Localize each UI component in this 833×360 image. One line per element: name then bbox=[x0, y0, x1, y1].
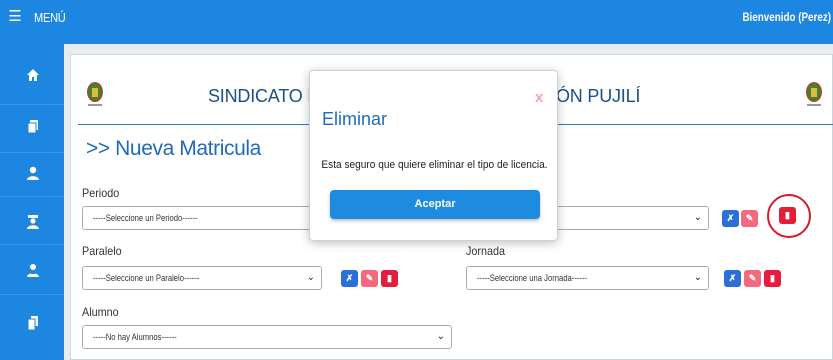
periodo-select[interactable]: -----Seleccione un Periodo------ bbox=[82, 206, 322, 230]
paralelo-label: Paralelo bbox=[82, 244, 122, 258]
periodo-edit-button[interactable]: ✎ bbox=[741, 210, 758, 227]
logo-right-icon bbox=[804, 80, 824, 108]
chevron-down-icon: ⌄ bbox=[436, 331, 445, 342]
modal-title: Eliminar bbox=[322, 109, 388, 129]
page-title: >> Nueva Matricula bbox=[86, 137, 261, 160]
sidebar-divider bbox=[0, 104, 64, 105]
jornada-edit-button[interactable]: ✎ bbox=[744, 270, 761, 287]
tools-icon: ✗ bbox=[726, 213, 735, 223]
alumno-select-value: -----No hay Alumnos------ bbox=[93, 332, 177, 342]
jornada-delete-button[interactable]: ▮ bbox=[764, 270, 781, 287]
paralelo-select-value: -----Seleccione un Paralelo------ bbox=[93, 273, 200, 283]
trash-icon: ▮ bbox=[770, 273, 775, 283]
jornada-label: Jornada bbox=[466, 244, 506, 258]
periodo-label: Periodo bbox=[82, 186, 120, 200]
edit-icon: ✎ bbox=[745, 213, 754, 223]
sidebar-divider bbox=[0, 294, 64, 295]
jornada-tools-button[interactable]: ✗ bbox=[724, 270, 741, 287]
edit-icon: ✎ bbox=[748, 273, 757, 283]
periodo-tools-button[interactable]: ✗ bbox=[722, 210, 739, 227]
users-icon[interactable] bbox=[22, 261, 44, 283]
chevron-down-icon: ⌄ bbox=[693, 272, 702, 283]
sidebar-pointer bbox=[34, 44, 50, 52]
edit-icon: ✎ bbox=[365, 273, 374, 283]
welcome-user-label[interactable]: Bienvenido (Perez) bbox=[742, 10, 831, 24]
teacher-icon[interactable] bbox=[22, 213, 44, 235]
tools-icon: ✗ bbox=[345, 273, 354, 283]
trash-icon: ▮ bbox=[387, 273, 392, 283]
jornada-select[interactable]: -----Seleccione una Jornada------ ⌄ bbox=[466, 266, 709, 290]
jornada-select-value: -----Seleccione una Jornada------ bbox=[477, 273, 588, 283]
sidebar-divider bbox=[0, 244, 64, 245]
alumno-label: Alumno bbox=[82, 305, 119, 319]
alumno-select[interactable]: -----No hay Alumnos------ ⌄ bbox=[82, 325, 452, 349]
chevron-down-icon: ⌄ bbox=[306, 272, 315, 283]
periodo-select-right-part[interactable]: ⌄ bbox=[540, 206, 709, 230]
sidebar-divider bbox=[0, 152, 64, 153]
user-icon[interactable] bbox=[22, 164, 44, 186]
hamburger-icon[interactable]: ☰ bbox=[8, 9, 22, 25]
paralelo-select[interactable]: -----Seleccione un Paralelo------ ⌄ bbox=[82, 266, 322, 290]
tools-icon: ✗ bbox=[728, 273, 737, 283]
paralelo-delete-button[interactable]: ▮ bbox=[381, 270, 398, 287]
sidebar-divider bbox=[0, 196, 64, 197]
accept-button[interactable]: Aceptar bbox=[330, 190, 540, 219]
modal-message: Esta seguro que quiere eliminar el tipo … bbox=[321, 159, 548, 171]
menu-label[interactable]: MENÚ bbox=[34, 10, 66, 25]
home-icon[interactable] bbox=[22, 66, 44, 88]
highlight-circle bbox=[767, 194, 811, 238]
paralelo-tools-button[interactable]: ✗ bbox=[341, 270, 358, 287]
sidebar bbox=[0, 44, 64, 360]
delete-confirm-modal: Eliminar x Esta seguro que quiere elimin… bbox=[309, 70, 558, 241]
paralelo-edit-button[interactable]: ✎ bbox=[361, 270, 378, 287]
close-icon[interactable]: x bbox=[535, 89, 543, 106]
top-navbar: ☰ MENÚ Bienvenido (Perez) bbox=[0, 0, 833, 44]
header-title-right: ÓN PUJILÍ bbox=[556, 86, 641, 106]
periodo-select-value: -----Seleccione un Periodo------ bbox=[93, 213, 198, 223]
chevron-down-icon: ⌄ bbox=[693, 212, 702, 223]
copy-icon[interactable] bbox=[22, 118, 44, 140]
documents-icon[interactable] bbox=[22, 314, 44, 336]
logo-left-icon bbox=[85, 80, 105, 108]
